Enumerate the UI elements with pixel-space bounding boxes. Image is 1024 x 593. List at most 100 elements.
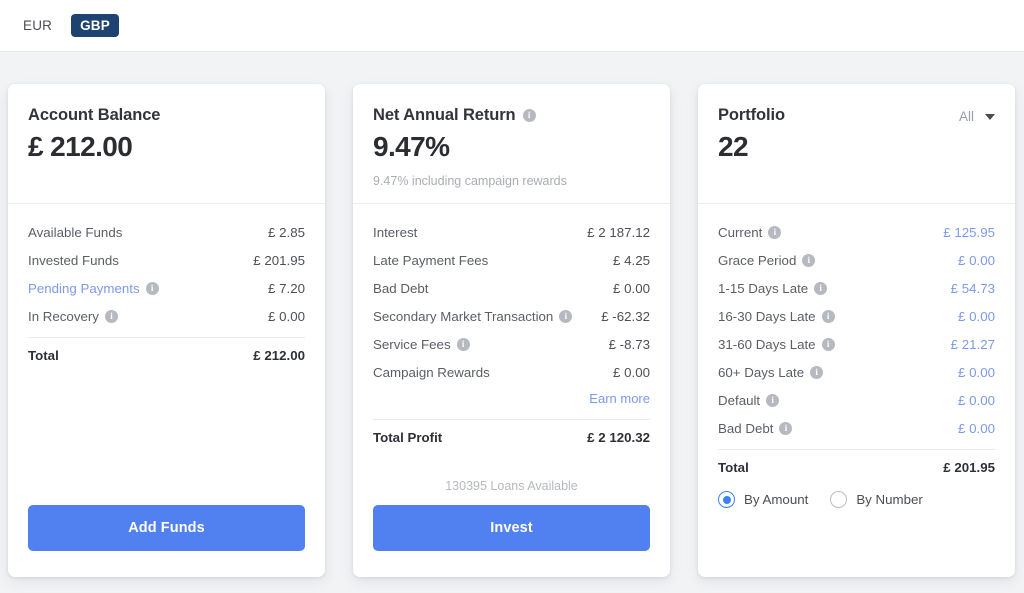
- net-annual-return-rows: Interest £ 2 187.12 Late Payment Fees £ …: [353, 204, 670, 479]
- row-value: £ 0.00: [268, 308, 305, 324]
- row-value[interactable]: £ 0.00: [958, 309, 995, 324]
- currency-toolbar: EUR GBP: [0, 0, 1024, 52]
- row-label: Grace Period: [718, 252, 797, 268]
- info-icon[interactable]: i: [768, 225, 782, 239]
- table-row: 31-60 Days Late i £ 21.27: [718, 330, 995, 358]
- info-icon[interactable]: i: [145, 281, 159, 295]
- row-value[interactable]: £ 0.00: [958, 365, 995, 380]
- account-balance-total-row: Total £ 212.00: [28, 340, 305, 370]
- row-label: Available Funds: [28, 224, 123, 240]
- portfolio-rows: Current i £ 125.95 Grace Period i £ 0.00…: [698, 204, 1015, 577]
- row-value[interactable]: £ 0.00: [958, 253, 995, 268]
- table-row: Pending Payments i £ 7.20: [28, 274, 305, 302]
- table-row: Service Fees i £ -8.73: [373, 330, 650, 358]
- portfolio-total-row: Total £ 201.95: [718, 452, 995, 482]
- row-label: Secondary Market Transaction: [373, 308, 554, 324]
- total-profit-row: Total Profit £ 2 120.32: [373, 422, 650, 452]
- row-value[interactable]: £ 0.00: [958, 393, 995, 408]
- table-row: 60+ Days Late i £ 0.00: [718, 358, 995, 386]
- info-icon[interactable]: i: [821, 309, 835, 323]
- account-balance-footer: Add Funds: [8, 505, 325, 577]
- row-label: 31-60 Days Late: [718, 336, 816, 352]
- row-value[interactable]: £ 125.95: [943, 225, 995, 240]
- radio-label: By Number: [856, 492, 923, 507]
- total-label: Total: [718, 459, 749, 475]
- portfolio-filter-dropdown[interactable]: All: [959, 106, 995, 124]
- row-label: 16-30 Days Late: [718, 308, 816, 324]
- row-value: £ 4.25: [613, 252, 650, 268]
- table-row: Campaign Rewards £ 0.00: [373, 358, 650, 386]
- table-row: Default i £ 0.00: [718, 386, 995, 414]
- account-balance-rows: Available Funds £ 2.85 Invested Funds £ …: [8, 204, 325, 505]
- table-row: Bad Debt £ 0.00: [373, 274, 650, 302]
- table-row: Grace Period i £ 0.00: [718, 246, 995, 274]
- table-row: Invested Funds £ 201.95: [28, 246, 305, 274]
- table-row: Bad Debt i £ 0.00: [718, 414, 995, 442]
- info-icon[interactable]: i: [779, 421, 793, 435]
- net-annual-return-subtitle: 9.47% including campaign rewards: [373, 174, 567, 188]
- total-value: £ 212.00: [253, 347, 305, 363]
- net-annual-return-amount: 9.47%: [373, 131, 450, 162]
- row-value: £ 0.00: [613, 364, 650, 380]
- total-value: £ 2 120.32: [587, 429, 650, 445]
- loans-available-note: 130395 Loans Available: [445, 479, 578, 493]
- table-row: 16-30 Days Late i £ 0.00: [718, 302, 995, 330]
- info-icon[interactable]: i: [522, 109, 536, 122]
- row-value: £ 2 187.12: [587, 224, 650, 240]
- table-row: Interest £ 2 187.12: [373, 218, 650, 246]
- radio-dot-icon: [718, 491, 735, 508]
- table-row: 1-15 Days Late i £ 54.73: [718, 274, 995, 302]
- net-annual-return-footer: 130395 Loans Available Invest: [353, 479, 670, 577]
- net-annual-return-header: Net Annual Return i 9.47% 9.47% includin…: [353, 84, 670, 204]
- row-label: Default: [718, 392, 761, 408]
- currency-option-eur[interactable]: EUR: [14, 14, 61, 38]
- portfolio-title: Portfolio: [718, 106, 785, 124]
- add-funds-button[interactable]: Add Funds: [28, 505, 305, 551]
- row-label: In Recovery: [28, 308, 99, 324]
- row-value[interactable]: £ 54.73: [951, 281, 995, 296]
- row-label: Pending Payments: [28, 280, 140, 296]
- portfolio-card: Portfolio All 22 Current i £ 125.95 Grac…: [698, 84, 1015, 577]
- divider: [28, 337, 305, 338]
- dashboard-card-grid: Account Balance £ 212.00 Available Funds…: [0, 52, 1024, 577]
- account-balance-header: Account Balance £ 212.00: [8, 84, 325, 204]
- info-icon[interactable]: i: [766, 393, 780, 407]
- radio-by-number[interactable]: By Number: [830, 491, 923, 508]
- portfolio-header: Portfolio All 22: [698, 84, 1015, 204]
- radio-by-amount[interactable]: By Amount: [718, 491, 808, 508]
- row-label: Bad Debt: [373, 280, 429, 296]
- divider: [718, 449, 995, 450]
- row-value: £ -8.73: [608, 336, 650, 352]
- total-label: Total Profit: [373, 429, 443, 445]
- account-balance-card: Account Balance £ 212.00 Available Funds…: [8, 84, 325, 577]
- info-icon[interactable]: i: [559, 309, 573, 323]
- row-label: 1-15 Days Late: [718, 280, 809, 296]
- net-annual-return-card: Net Annual Return i 9.47% 9.47% includin…: [353, 84, 670, 577]
- row-label: Interest: [373, 224, 418, 240]
- row-label: Campaign Rewards: [373, 364, 490, 380]
- info-icon[interactable]: i: [456, 337, 470, 351]
- earn-more-link[interactable]: Earn more: [373, 386, 650, 412]
- radio-dot-icon: [830, 491, 848, 508]
- info-icon[interactable]: i: [802, 253, 816, 267]
- row-value[interactable]: £ 0.00: [958, 421, 995, 436]
- chevron-down-icon: [985, 113, 995, 120]
- row-label: Service Fees: [373, 336, 451, 352]
- row-value: £ -62.32: [601, 308, 650, 324]
- currency-option-gbp[interactable]: GBP: [71, 13, 119, 38]
- row-label: Bad Debt: [718, 420, 774, 436]
- info-icon[interactable]: i: [104, 309, 118, 323]
- card-title-text: Net Annual Return: [373, 106, 516, 124]
- info-icon[interactable]: i: [821, 337, 835, 351]
- portfolio-filter-label: All: [958, 109, 974, 124]
- pending-payments-link[interactable]: Pending Payments i: [28, 281, 159, 296]
- net-annual-return-title: Net Annual Return i: [373, 106, 536, 125]
- invest-button[interactable]: Invest: [373, 505, 650, 551]
- table-row: In Recovery i £ 0.00: [28, 302, 305, 330]
- info-icon[interactable]: i: [810, 365, 824, 379]
- row-label: Late Payment Fees: [373, 252, 489, 268]
- row-label: Invested Funds: [28, 252, 119, 268]
- row-value[interactable]: £ 21.27: [951, 337, 995, 352]
- portfolio-count: 22: [718, 131, 749, 162]
- info-icon[interactable]: i: [814, 281, 828, 295]
